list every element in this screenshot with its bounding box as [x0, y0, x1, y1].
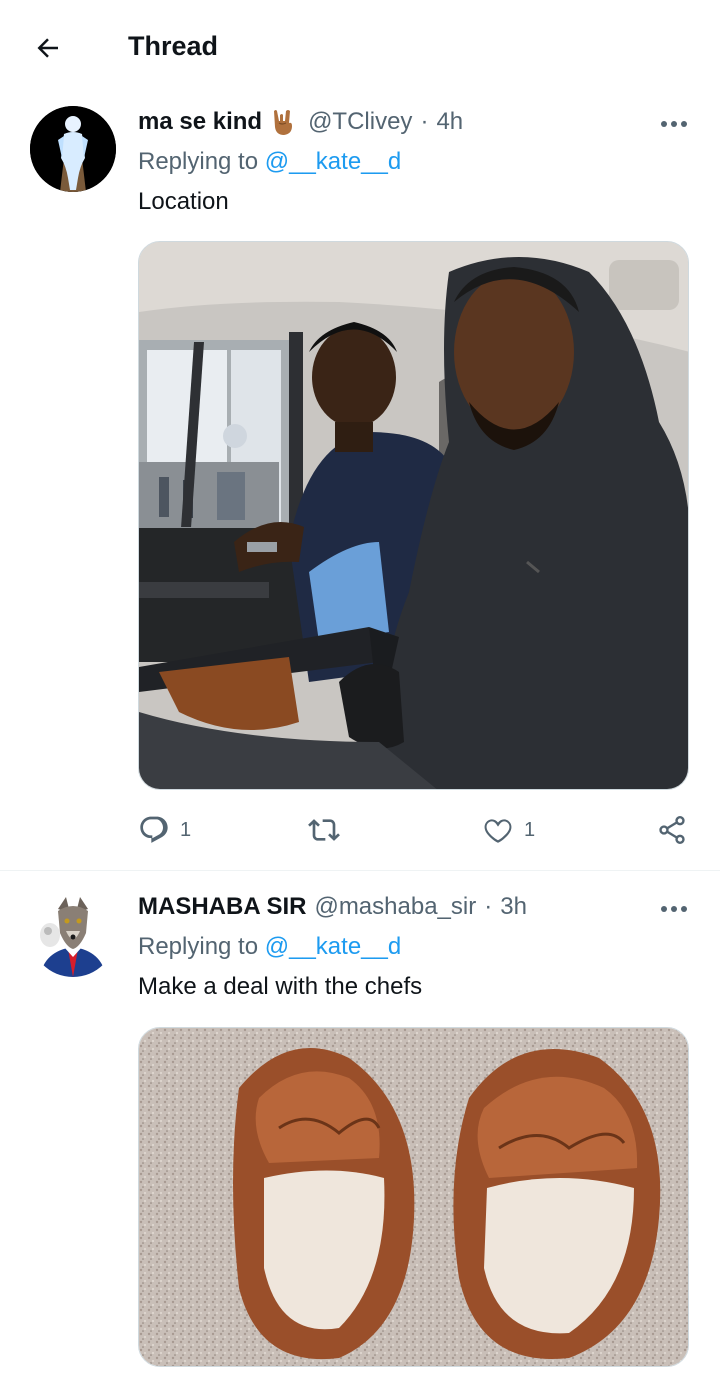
- separator-dot: ·: [484, 893, 493, 920]
- rock-hand-emoji-icon: [270, 107, 296, 137]
- replying-to: Replying to @__kate__d: [138, 144, 401, 180]
- share-icon: [659, 816, 685, 844]
- tweet-author-row: ma se kind @TClivey · 4h: [138, 104, 463, 140]
- like-count: 1: [524, 818, 536, 841]
- replying-prefix: Replying to: [138, 148, 259, 175]
- retweet-button[interactable]: [308, 810, 340, 850]
- back-button[interactable]: [28, 28, 68, 68]
- timestamp[interactable]: 3h: [500, 889, 527, 925]
- display-name[interactable]: MASHABA SIR: [138, 889, 306, 925]
- avatar[interactable]: [30, 106, 116, 192]
- display-name[interactable]: ma se kind: [138, 104, 262, 140]
- tweet[interactable]: MASHABA SIR @mashaba_sir · 3h Replying t…: [0, 870, 720, 1388]
- tweet-author-row: MASHABA SIR @mashaba_sir · 3h: [138, 889, 527, 925]
- like-button[interactable]: 1: [482, 810, 535, 850]
- separator-dot: ·: [420, 108, 429, 135]
- share-button[interactable]: [656, 810, 688, 850]
- more-icon: [661, 121, 687, 127]
- tweet-text: Make a deal with the chefs: [138, 973, 423, 1000]
- replying-handle-link[interactable]: @__kate__d: [265, 148, 401, 175]
- car-interior-photo: [139, 242, 688, 789]
- like-icon: [484, 819, 512, 843]
- tweet[interactable]: ma se kind @TClivey · 4h Replying to @__…: [0, 92, 720, 870]
- more-options-button[interactable]: [658, 108, 690, 140]
- replying-prefix: Replying to: [138, 933, 259, 960]
- tweet-text: Location: [138, 188, 229, 215]
- reply-icon: [140, 816, 168, 843]
- avatar[interactable]: [30, 891, 116, 977]
- more-icon: [661, 906, 687, 912]
- avatar-image: [30, 891, 116, 977]
- slippers-photo: [139, 1028, 688, 1366]
- author-handle[interactable]: @mashaba_sir: [314, 889, 476, 925]
- avatar-image: [30, 106, 116, 192]
- retweet-icon: [308, 819, 340, 841]
- author-handle[interactable]: @TClivey: [308, 104, 412, 140]
- page-title: Thread: [128, 31, 219, 61]
- replying-to: Replying to @__kate__d: [138, 929, 401, 965]
- replying-handle-link[interactable]: @__kate__d: [265, 933, 401, 960]
- timestamp[interactable]: 4h: [436, 104, 463, 140]
- tweet-photo[interactable]: [138, 241, 689, 790]
- tweet-photo[interactable]: [138, 1027, 689, 1367]
- more-options-button[interactable]: [658, 893, 690, 925]
- reply-button[interactable]: 1: [138, 810, 191, 850]
- thread-header: Thread: [0, 0, 720, 92]
- back-arrow-icon: [37, 38, 58, 58]
- tweet-actions: 1 1: [138, 810, 690, 850]
- reply-count: 1: [180, 818, 192, 841]
